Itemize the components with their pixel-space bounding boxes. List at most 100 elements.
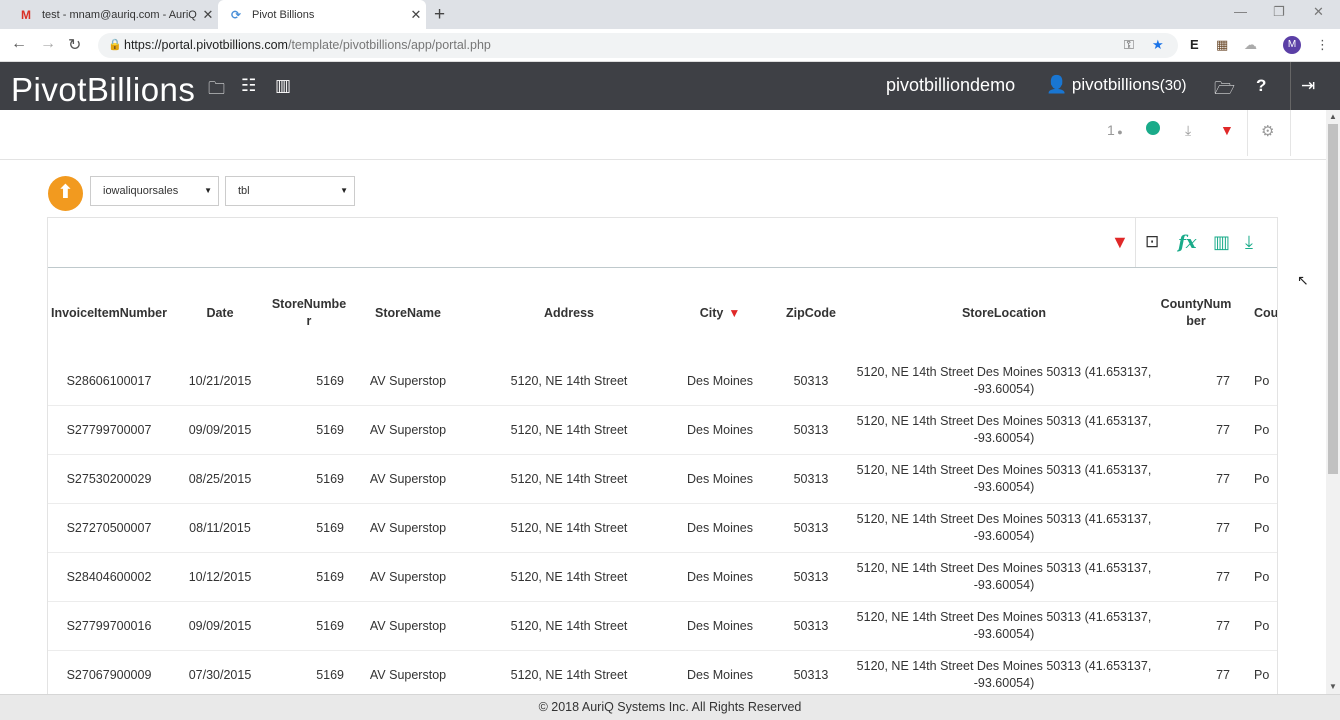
table-cell: 5169 — [316, 667, 344, 682]
extension-cloud-icon[interactable]: ☁ — [1244, 37, 1257, 53]
data-grid-panel: ▼ ⊡ fx ▥ ⤓ InvoiceItemNumber Date StoreN… — [47, 217, 1278, 695]
scroll-thumb[interactable] — [1328, 124, 1338, 474]
minimize-icon[interactable]: — — [1234, 4, 1247, 19]
table-cell: 08/25/2015 — [188, 471, 252, 486]
forward-icon[interactable]: → — [40, 35, 56, 53]
column-header[interactable]: Date — [170, 269, 270, 357]
table-cell: 5120, NE 14th Street Des Moines 50313 (4… — [856, 610, 1152, 641]
filter-icon[interactable]: ▼ — [1220, 122, 1234, 138]
grid-toolbar: ▼ ⊡ fx ▥ ⤓ — [48, 218, 1277, 268]
table-cell: Des Moines — [687, 618, 753, 633]
table-cell: 5120, NE 14th Street — [510, 373, 628, 388]
table-cell: 10/21/2015 — [188, 373, 252, 388]
tab-gmail[interactable]: M test - mnam@auriq.com - AuriQ ✕ — [8, 0, 218, 29]
tab-title: Pivot Billions — [252, 8, 315, 21]
table-cell: Des Moines — [687, 667, 753, 682]
table-cell: 77 — [1216, 520, 1230, 535]
data-table: InvoiceItemNumber Date StoreNumbe r Stor… — [48, 269, 1277, 695]
scroll-down-icon[interactable]: ▼ — [1329, 682, 1337, 691]
dataset-select[interactable]: iowaliquorsales ▼ — [90, 176, 219, 206]
maximize-icon[interactable]: ❐ — [1273, 4, 1285, 20]
table-select[interactable]: tbl ▼ — [225, 176, 355, 206]
key-icon[interactable]: ⚿ — [1124, 37, 1134, 53]
table-cell: Des Moines — [687, 373, 753, 388]
columns-icon[interactable]: ▥ — [1213, 232, 1230, 253]
profile-avatar[interactable]: M — [1283, 36, 1301, 54]
table-row[interactable]: S27530200029 08/25/2015 5169 AV Superstop 51… — [48, 455, 1277, 504]
arrow-up-icon: ⬆ — [57, 182, 74, 203]
table-row[interactable]: S28404600002 10/12/2015 5169 AV Superstop 51… — [48, 553, 1277, 602]
table-row[interactable]: S27270500007 08/11/2015 5169 AV Superstop 51… — [48, 504, 1277, 553]
table-row[interactable]: S27799700007 09/09/2015 5169 AV Superstop 51… — [48, 406, 1277, 455]
browser-menu-icon[interactable]: ⋮ — [1316, 37, 1329, 53]
settings-gear-icon[interactable]: ⚙ — [1261, 122, 1274, 140]
table-cell: 5120, NE 14th Street Des Moines 50313 (4… — [856, 463, 1152, 494]
help-icon[interactable]: ? — [1256, 76, 1266, 96]
folder-icon[interactable]: 🗀 — [208, 76, 225, 105]
table-cell: S28404600002 — [66, 569, 152, 584]
workspace-name[interactable]: pivotbilliondemo — [886, 75, 1015, 96]
table-cell: 77 — [1216, 422, 1230, 437]
column-header[interactable]: StoreLocation — [852, 269, 1156, 357]
table-cell: AV Superstop — [369, 667, 447, 682]
user-icon: 👤 — [1046, 75, 1068, 94]
url-field[interactable]: 🔒 https://portal.pivotbillions.com/templ… — [98, 33, 1178, 58]
status-indicator-icon — [1146, 121, 1160, 135]
close-tab-icon[interactable]: ✕ — [198, 7, 218, 23]
download-icon[interactable]: ⤓ — [1185, 122, 1191, 139]
logout-icon[interactable]: ⇥ — [1301, 76, 1315, 96]
table-cell: 50313 — [793, 667, 829, 682]
column-header[interactable]: Address — [468, 269, 670, 357]
pivot-icon: ⟳ — [230, 7, 242, 22]
column-header[interactable]: CountyNum ber — [1156, 269, 1236, 357]
table-cell: 50313 — [793, 569, 829, 584]
pivot-table-icon[interactable]: ⊡ — [1145, 232, 1159, 252]
user-menu[interactable]: 👤 pivotbillions(30) — [1046, 75, 1186, 95]
open-folder-icon[interactable]: 🗁 — [1214, 76, 1235, 105]
bookmark-star-icon[interactable]: ★ — [1152, 37, 1164, 53]
download-icon[interactable]: ⤓ — [1245, 232, 1253, 253]
extension-e-icon[interactable]: E — [1190, 37, 1199, 52]
filter-icon[interactable]: ▼ — [1111, 232, 1129, 253]
function-fx-icon[interactable]: fx — [1178, 232, 1196, 253]
page-scrollbar[interactable]: ▲ ▼ — [1326, 110, 1340, 694]
column-header[interactable]: Cou — [1236, 269, 1277, 357]
upload-button[interactable]: ⬆ — [48, 176, 83, 211]
new-tab-icon[interactable]: + — [434, 4, 445, 26]
filter-active-icon[interactable]: ▼ — [728, 305, 740, 322]
table-cell: Des Moines — [687, 520, 753, 535]
column-header[interactable]: StoreName — [348, 269, 468, 357]
column-header-city[interactable]: City ▼ — [670, 269, 770, 357]
bar-chart-icon[interactable]: ▥ — [275, 76, 291, 96]
table-row[interactable]: S27799700016 09/09/2015 5169 AV Superstop 51… — [48, 602, 1277, 651]
column-header[interactable]: InvoiceItemNumber — [48, 269, 170, 357]
extension-image-icon[interactable]: ▦ — [1216, 37, 1228, 53]
table-cell: 5120, NE 14th Street — [510, 667, 628, 682]
table-cell: Po — [1254, 667, 1270, 682]
table-cell: Po — [1254, 618, 1270, 633]
back-icon[interactable]: ← — [11, 35, 27, 53]
table-icon[interactable]: ☷ — [241, 76, 256, 96]
table-cell: 5169 — [316, 520, 344, 535]
table-cell: 77 — [1216, 373, 1230, 388]
close-tab-icon[interactable]: ✕ — [406, 7, 426, 23]
close-window-icon[interactable]: ✕ — [1313, 4, 1324, 20]
user-count-indicator[interactable]: 1 ● — [1107, 122, 1123, 138]
app-header: PivotBillions 🗀 ☷ ▥ pivotbilliondemo 👤 p… — [0, 62, 1340, 110]
tab-pivot-billions[interactable]: ⟳ Pivot Billions ✕ — [218, 0, 426, 29]
reload-icon[interactable]: ↻ — [68, 35, 81, 55]
table-row[interactable]: S27067900009 07/30/2015 5169 AV Superstop 51… — [48, 651, 1277, 695]
table-cell: S28606100017 — [66, 373, 152, 388]
table-cell: 77 — [1216, 667, 1230, 682]
column-header[interactable]: ZipCode — [770, 269, 852, 357]
table-cell: 5169 — [316, 569, 344, 584]
table-cell: 5169 — [316, 618, 344, 633]
column-header[interactable]: StoreNumbe r — [270, 269, 348, 357]
table-cell: AV Superstop — [369, 520, 447, 535]
scroll-up-icon[interactable]: ▲ — [1329, 112, 1337, 121]
table-cell: 50313 — [793, 520, 829, 535]
table-row[interactable]: S28606100017 10/21/2015 5169 AV Superstop 51… — [48, 357, 1277, 406]
divider — [1135, 218, 1136, 267]
table-cell: AV Superstop — [369, 422, 447, 437]
browser-tab-bar: M test - mnam@auriq.com - AuriQ ✕ ⟳ Pivo… — [0, 0, 1340, 29]
